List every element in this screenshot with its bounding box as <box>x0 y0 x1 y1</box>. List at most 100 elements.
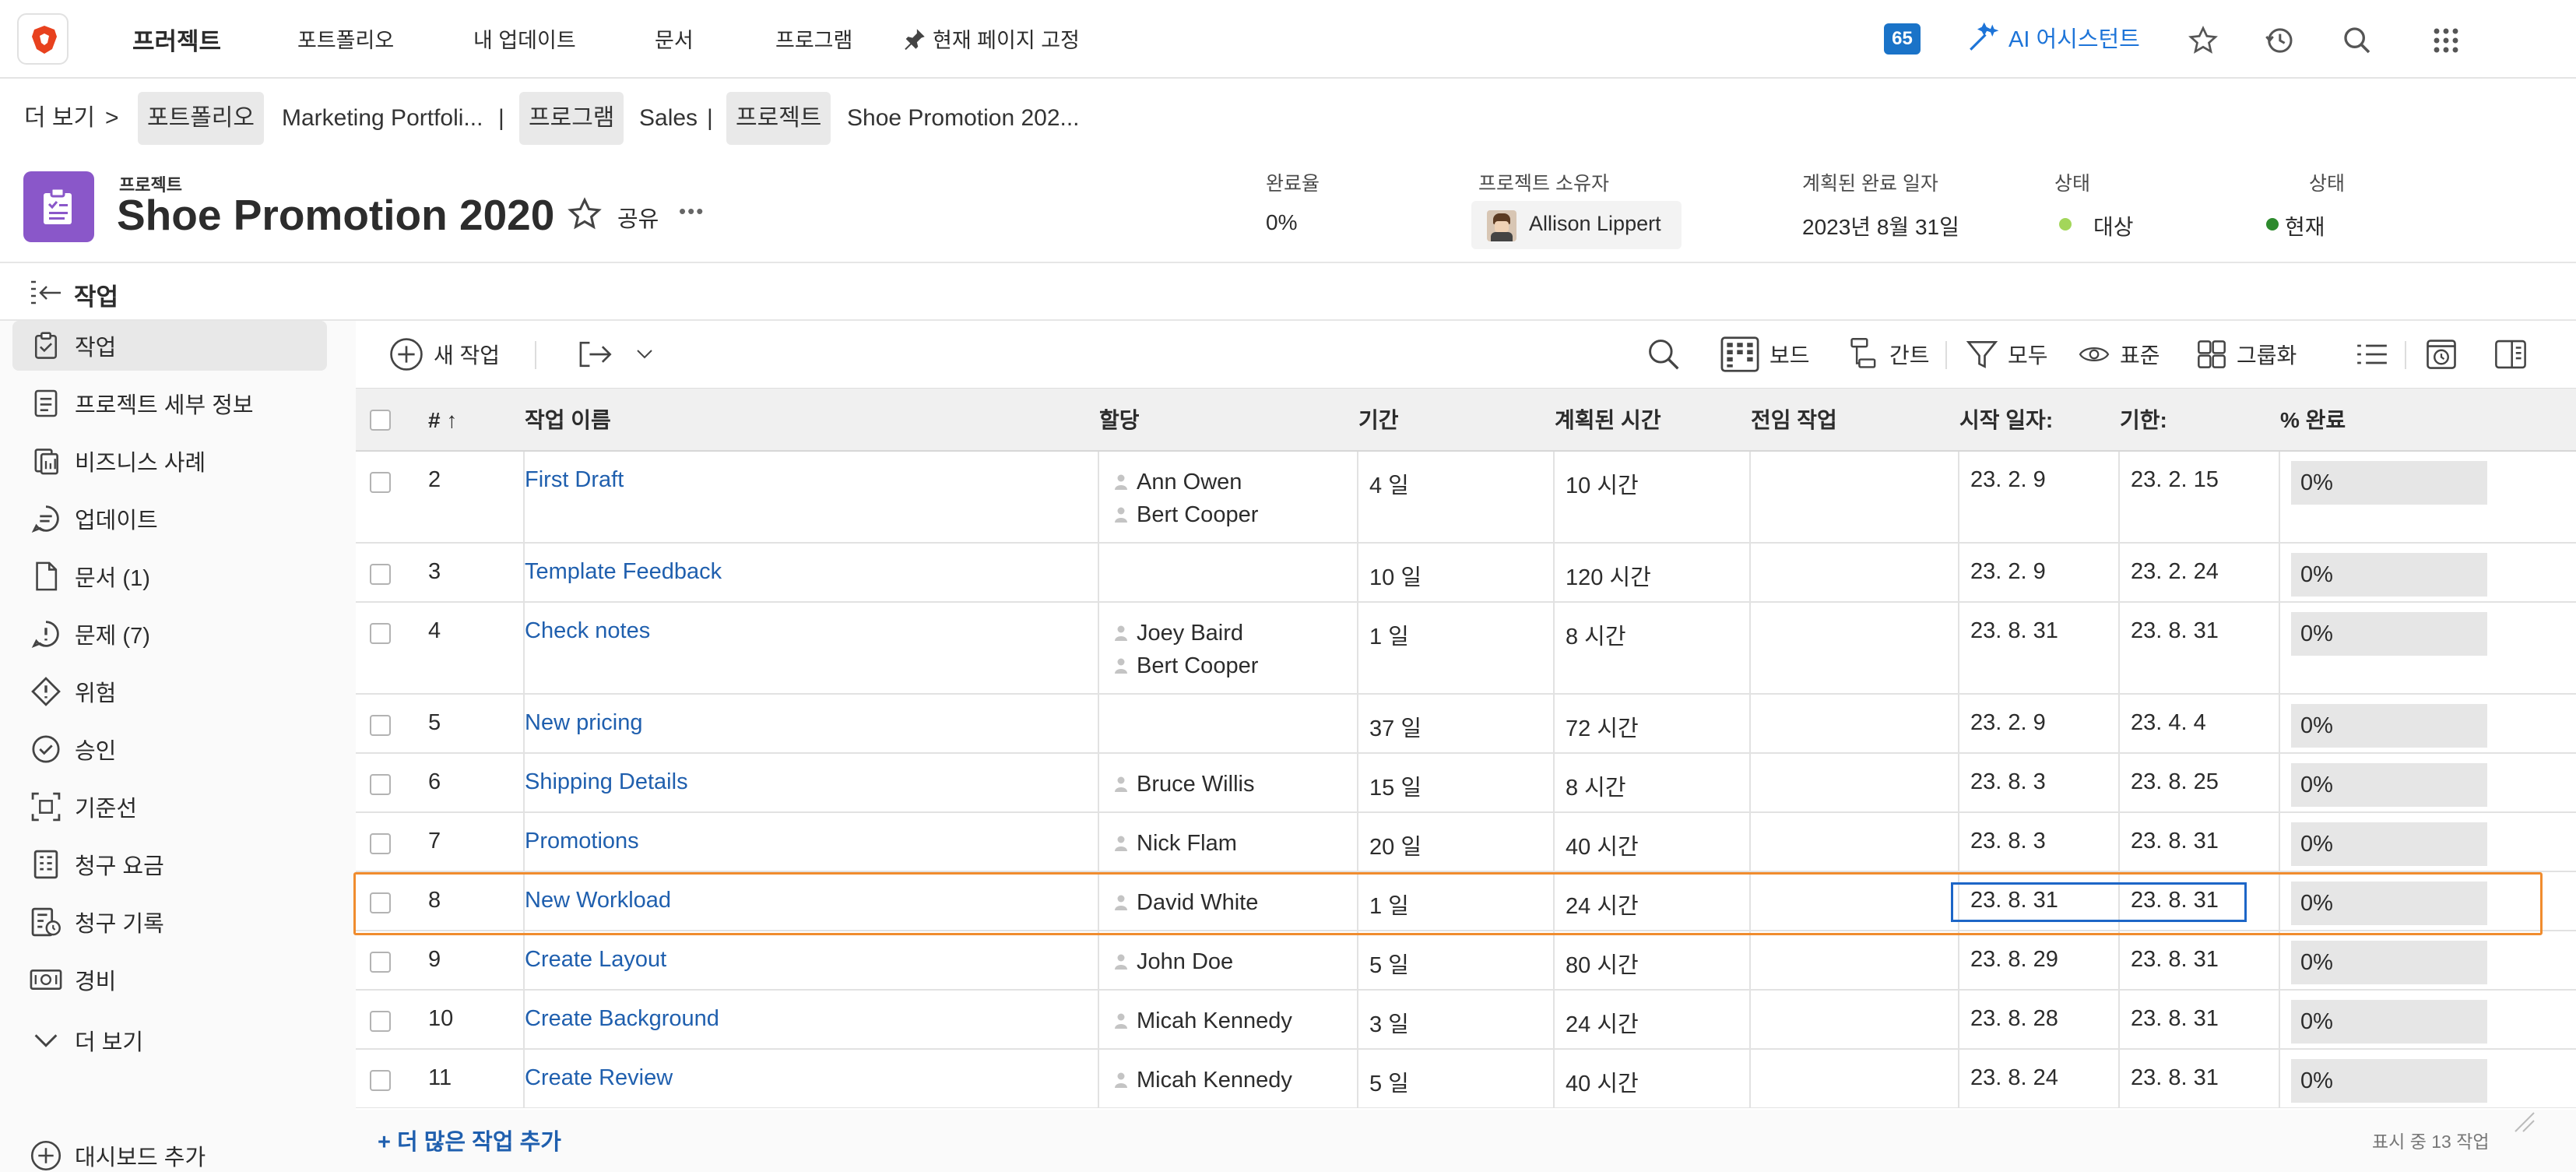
task-planned-hours[interactable]: 8 시간 <box>1566 769 1626 802</box>
percent-complete-field[interactable]: 0% <box>2291 822 2487 866</box>
task-due-date[interactable]: 23. 2. 15 <box>2131 467 2219 493</box>
task-due-date[interactable]: 23. 8. 31 <box>2131 618 2219 644</box>
task-name-link[interactable]: Shipping Details <box>525 769 688 795</box>
column-header-number[interactable]: # ↑ <box>428 389 457 452</box>
task-duration[interactable]: 15 일 <box>1369 769 1422 802</box>
owner-chip[interactable]: Allison Lippert <box>1471 201 1682 249</box>
task-duration[interactable]: 5 일 <box>1369 1065 1409 1098</box>
row-checkbox[interactable] <box>370 774 391 795</box>
nav-portfolio[interactable]: 포트폴리오 <box>297 23 394 54</box>
task-due-date[interactable]: 23. 8. 31 <box>2131 947 2219 973</box>
new-task-button[interactable]: 새 작업 <box>388 336 500 372</box>
task-duration[interactable]: 20 일 <box>1369 829 1422 861</box>
column-header-due-date[interactable]: 기한: <box>2120 389 2167 452</box>
sidebar-more-button[interactable]: 더 보기 <box>12 1015 327 1065</box>
column-header-predecessors[interactable]: 전임 작업 <box>1751 389 1837 452</box>
recent-history-icon[interactable] <box>2264 25 2295 56</box>
table-row[interactable]: 3 Template Feedback 10 일 120 시간 23. 2. 9 23. … <box>356 544 2576 603</box>
assignee[interactable]: Micah Kennedy <box>1113 1005 1292 1037</box>
add-more-tasks-link[interactable]: + 더 많은 작업 추가 <box>378 1124 561 1156</box>
task-start-date[interactable]: 23. 8. 3 <box>1970 829 2046 854</box>
row-checkbox[interactable] <box>370 1011 391 1032</box>
breadcrumb-program-name[interactable]: Sales <box>639 92 698 145</box>
sidebar-item-approvals[interactable]: 승인 <box>12 724 327 774</box>
task-name-link[interactable]: Create Background <box>525 1006 719 1032</box>
sidebar-item-baselines[interactable]: 기준선 <box>12 782 327 832</box>
nav-my-updates[interactable]: 내 업데이트 <box>473 23 576 54</box>
column-header-start-date[interactable]: 시작 일자: <box>1959 389 2053 452</box>
percent-complete-field[interactable]: 0% <box>2291 763 2487 807</box>
task-due-date[interactable]: 23. 8. 25 <box>2131 769 2219 795</box>
export-button[interactable] <box>577 336 653 372</box>
nav-programs[interactable]: 프로그램 <box>775 23 852 54</box>
task-duration[interactable]: 1 일 <box>1369 618 1409 651</box>
breadcrumb-project-chip[interactable]: 프로젝트 <box>726 92 831 145</box>
sidebar-item-billing-rates[interactable]: 청구 요금 <box>12 839 327 889</box>
column-header-task-name[interactable]: 작업 이름 <box>525 389 611 452</box>
task-name-link[interactable]: Check notes <box>525 618 650 644</box>
side-panel-button[interactable] <box>2493 336 2528 372</box>
sidebar-item-tasks[interactable]: 작업 <box>12 321 327 371</box>
select-all-checkbox[interactable] <box>370 410 391 431</box>
group-button[interactable]: 그룹화 <box>2196 336 2297 372</box>
task-name-link[interactable]: Template Feedback <box>525 559 722 585</box>
assignee[interactable]: Bert Cooper <box>1113 649 1258 682</box>
assignee[interactable]: Ann Owen <box>1113 466 1258 498</box>
task-due-date[interactable]: 23. 8. 31 <box>2131 1006 2219 1032</box>
row-checkbox[interactable] <box>370 472 391 493</box>
task-start-date[interactable]: 23. 8. 3 <box>1970 769 2046 795</box>
column-header-duration[interactable]: 기간 <box>1358 389 1399 452</box>
row-checkbox[interactable] <box>370 564 391 585</box>
table-search-button[interactable] <box>1646 336 1681 372</box>
sidebar-item-risks[interactable]: 위험 <box>12 667 327 716</box>
breadcrumb-project-name[interactable]: Shoe Promotion 202... <box>847 92 1080 145</box>
gantt-view-button[interactable]: 간트 <box>1849 336 1930 372</box>
percent-complete-field[interactable]: 0% <box>2291 882 2487 925</box>
favorite-star-icon[interactable] <box>2188 25 2219 56</box>
view-button[interactable]: 표준 <box>2078 336 2160 372</box>
task-start-date[interactable]: 23. 2. 9 <box>1970 710 2046 736</box>
task-name-link[interactable]: Create Layout <box>525 947 666 973</box>
task-name-link[interactable]: Create Review <box>525 1065 673 1091</box>
task-due-date[interactable]: 23. 8. 31 <box>2131 829 2219 854</box>
assignee[interactable]: Bruce Willis <box>1113 768 1254 801</box>
table-row[interactable]: 10 Create Background Micah Kennedy 3 일 24 시간… <box>356 991 2576 1050</box>
breadcrumb-more[interactable]: 더 보기 <box>24 92 95 145</box>
task-start-date[interactable]: 23. 8. 29 <box>1970 947 2058 973</box>
column-header-assignments[interactable]: 할당 <box>1099 389 1140 452</box>
table-row[interactable]: 4 Check notes Joey Baird Bert Cooper 1 일 8 시간… <box>356 603 2576 695</box>
task-start-date[interactable]: 23. 2. 9 <box>1970 467 2046 493</box>
search-icon[interactable] <box>2342 25 2373 56</box>
breadcrumb-program-chip[interactable]: 프로그램 <box>519 92 624 145</box>
more-options-button[interactable]: ••• <box>679 199 705 223</box>
sidebar-item-updates[interactable]: 업데이트 <box>12 494 327 544</box>
table-row[interactable]: 7 Promotions Nick Flam 20 일 40 시간 23. 8. 3 23.… <box>356 813 2576 872</box>
share-button[interactable]: 공유 <box>617 201 659 234</box>
percent-complete-field[interactable]: 0% <box>2291 612 2487 656</box>
task-duration[interactable]: 5 일 <box>1369 947 1409 980</box>
add-dashboard-button[interactable]: 대시보드 추가 <box>12 1131 327 1172</box>
sidebar-item-expenses[interactable]: 경비 <box>12 955 327 1005</box>
percent-complete-field[interactable]: 0% <box>2291 704 2487 748</box>
filter-button[interactable]: 모두 <box>1966 336 2048 372</box>
task-name-link[interactable]: First Draft <box>525 467 624 493</box>
task-duration[interactable]: 10 일 <box>1369 559 1422 592</box>
task-start-date[interactable]: 23. 8. 24 <box>1970 1065 2058 1091</box>
column-header-percent-complete[interactable]: % 완료 <box>2280 389 2346 452</box>
list-settings-button[interactable] <box>2355 336 2389 372</box>
percent-complete-field[interactable]: 0% <box>2291 941 2487 984</box>
breadcrumb-portfolio-chip[interactable]: 포트폴리오 <box>138 92 264 145</box>
assignee[interactable]: David White <box>1113 886 1258 919</box>
task-due-date[interactable]: 23. 4. 4 <box>2131 710 2206 736</box>
task-planned-hours[interactable]: 72 시간 <box>1566 710 1639 743</box>
favorite-star-icon[interactable] <box>567 196 603 232</box>
task-planned-hours[interactable]: 40 시간 <box>1566 1065 1639 1098</box>
task-planned-hours[interactable]: 24 시간 <box>1566 1006 1639 1039</box>
task-due-date[interactable]: 23. 8. 31 <box>2131 1065 2219 1091</box>
task-start-date[interactable]: 23. 8. 28 <box>1970 1006 2058 1032</box>
collapse-panel-icon[interactable] <box>30 279 62 307</box>
breadcrumb-portfolio-name[interactable]: Marketing Portfoli... <box>282 92 483 145</box>
percent-complete-field[interactable]: 0% <box>2291 461 2487 505</box>
task-planned-hours[interactable]: 80 시간 <box>1566 947 1639 980</box>
percent-complete-field[interactable]: 0% <box>2291 1000 2487 1044</box>
